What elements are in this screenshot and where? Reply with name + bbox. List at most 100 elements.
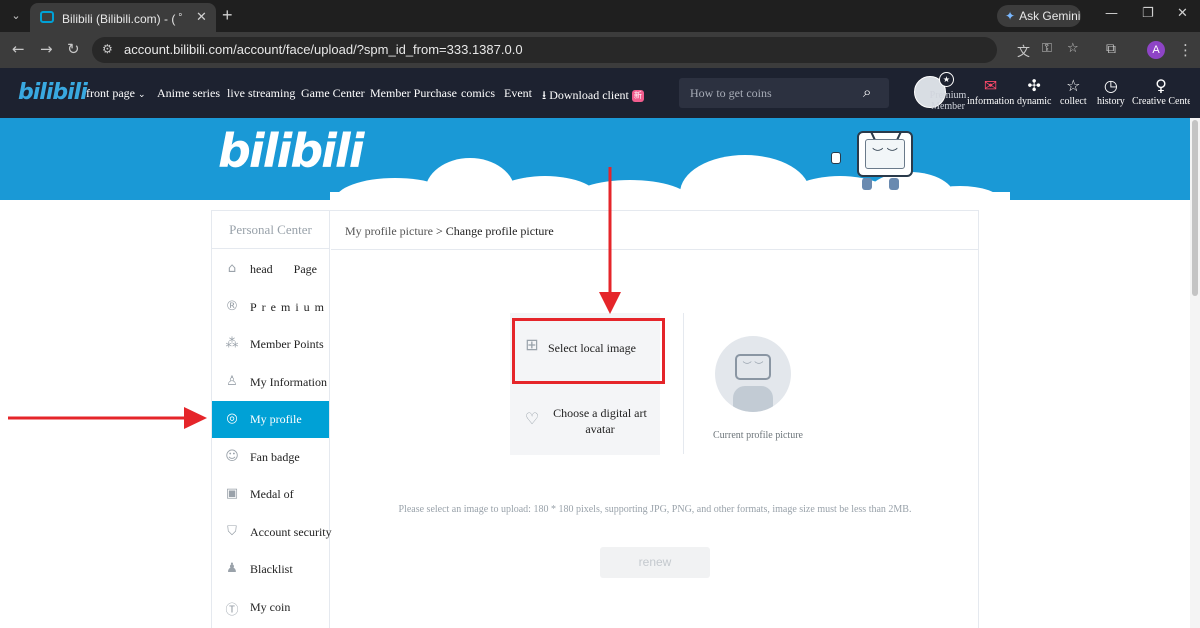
sidebar-item-label: Medal of — [250, 487, 294, 501]
bookmark-star-icon[interactable]: ☆ — [1067, 41, 1079, 56]
star-icon: ☆ — [1066, 76, 1081, 95]
sidebar-item-label: My coin — [250, 600, 291, 614]
digital-art-avatar-button[interactable]: ♡ Choose a digital art avatar — [510, 383, 660, 455]
nav-creative-center[interactable]: ♀ Creative Center — [1132, 76, 1190, 107]
ask-gemini-label: Ask Gemini — [1019, 9, 1081, 23]
sidebar-item-label: My profile — [250, 412, 302, 426]
premium-member-label: Premium Member — [929, 90, 967, 112]
nav-collect-label: collect — [1060, 96, 1087, 107]
search-input[interactable]: How to get coins — [690, 86, 772, 101]
lightbulb-icon: ♀ — [1155, 76, 1167, 95]
sidebar-item-account-security[interactable]: ⛉ Account security — [212, 514, 332, 551]
nav-information-label: information — [967, 96, 1015, 107]
breadcrumb: My profile picture > Change profile pict… — [345, 224, 554, 239]
sidebar-item-my-coin[interactable]: Ⓣ My coin — [212, 589, 329, 626]
extensions-icon[interactable]: ⧉ — [1106, 41, 1116, 57]
url-text[interactable]: account.bilibili.com/account/face/upload… — [124, 42, 523, 57]
sidebar-item-medal[interactable]: ▣ Medal of — [212, 476, 329, 513]
browser-tab[interactable]: Bilibili (Bilibili.com) - ( ゜- ゜)つロ 乾杯~ … — [30, 3, 216, 32]
annotation-arrow-right — [8, 407, 207, 429]
address-bar[interactable]: ⚙ account.bilibili.com/account/face/uplo… — [92, 37, 1079, 63]
cloud-illustration — [330, 155, 1010, 200]
vertical-divider — [683, 313, 684, 454]
annotation-highlight-box — [512, 318, 665, 384]
close-window-icon[interactable]: ✕ — [1177, 6, 1188, 21]
dynamic-icon: ✣ — [1027, 76, 1041, 95]
sidebar-item-label: Blacklist — [250, 562, 293, 576]
nav-member-purchase[interactable]: Member Purchase — [370, 86, 457, 101]
coin-icon: Ⓣ — [225, 603, 239, 618]
translate-icon[interactable]: 文 — [1017, 41, 1030, 60]
tv-mascot: ︶ ︶ — [857, 131, 913, 177]
download-icon: ⭳ — [542, 88, 547, 102]
browser-toolbar: ← → ↻ ⚙ account.bilibili.com/account/fac… — [0, 32, 1200, 68]
sidebar-item-label: Fan badge — [250, 450, 300, 464]
clock-icon: ◷ — [1103, 76, 1118, 95]
restore-window-icon[interactable]: ❐ — [1142, 6, 1154, 21]
main-panel: Personal Center ⌂ head Page ® Premium ⁂ … — [211, 210, 979, 628]
page-scrollbar[interactable] — [1190, 118, 1200, 628]
tab-close-icon[interactable]: ✕ — [196, 9, 207, 25]
mascot-girl-left — [862, 178, 872, 190]
mascot-girl-right — [889, 178, 899, 190]
nav-history[interactable]: ◷ history — [1097, 76, 1125, 107]
home-icon: ⌂ — [227, 261, 237, 276]
sidebar-item-my-profile[interactable]: ◎ My profile — [212, 401, 329, 438]
current-profile-picture-label: Current profile picture — [713, 430, 803, 441]
sidebar-item-label: head Page — [250, 262, 317, 276]
gemini-sparkle-icon: ✦ — [1005, 9, 1016, 23]
minimize-window-icon[interactable]: — — [1105, 6, 1118, 21]
nav-comics[interactable]: comics — [461, 86, 495, 101]
nav-live-streaming[interactable]: live streaming — [227, 86, 295, 101]
nav-search-box[interactable]: How to get coins ⌕ — [679, 78, 889, 108]
bilibili-logo[interactable]: bilibili — [18, 80, 88, 105]
nav-information[interactable]: ✉ information — [967, 76, 1014, 107]
forward-arrow-icon[interactable]: → — [40, 40, 53, 58]
browser-menu-icon[interactable]: ⋮ — [1178, 41, 1193, 59]
avatar-body — [733, 386, 773, 412]
medal-icon: ▣ — [225, 486, 239, 501]
new-tab-button[interactable]: + — [222, 5, 233, 26]
tv-face: ︶ ︶ — [865, 139, 905, 169]
breadcrumb-parent[interactable]: My profile picture — [345, 224, 433, 238]
nav-dynamic-label: dynamic — [1017, 96, 1052, 107]
sidebar-item-home-page[interactable]: ⌂ head Page — [212, 251, 329, 288]
nav-dynamic[interactable]: ✣ dynamic — [1017, 76, 1051, 107]
premium-icon: ® — [225, 299, 239, 314]
upload-hint: Please select an image to upload: 180 * … — [398, 504, 912, 515]
nav-collect[interactable]: ☆ collect — [1060, 76, 1087, 107]
sidebar-item-my-information[interactable]: ♙ My Information — [212, 364, 329, 401]
nav-download-client[interactable]: ⭳ Download client 新 — [542, 86, 644, 107]
person-icon: ♙ — [226, 374, 238, 389]
renew-button[interactable]: renew — [600, 547, 710, 578]
sidebar-item-blacklist[interactable]: ♟ Blacklist — [212, 551, 329, 588]
profile-icon: ◎ — [226, 411, 238, 426]
site-info-icon[interactable]: ⚙ — [102, 42, 113, 56]
banner: bilibili ︶ ︶ — [0, 118, 1200, 200]
sidebar-item-premium[interactable]: ® Premium — [212, 289, 329, 326]
ask-gemini-button[interactable]: ✦ Ask Gemini — [997, 5, 1081, 27]
sidebar-item-label: My Information — [250, 375, 327, 389]
scrollbar-thumb[interactable] — [1192, 120, 1198, 296]
sidebar-item-fan-badge[interactable]: ☺ Fan badge — [212, 439, 329, 476]
sidebar: Personal Center ⌂ head Page ® Premium ⁂ … — [212, 211, 332, 628]
sidebar-item-member-points[interactable]: ⁂ Member Points — [212, 326, 329, 363]
nav-anime-series[interactable]: Anime series — [157, 86, 220, 101]
back-arrow-icon[interactable]: ← — [12, 40, 25, 58]
reload-icon[interactable]: ↻ — [67, 40, 80, 58]
nav-front-page[interactable]: front page ⌄ — [86, 86, 146, 101]
nav-event[interactable]: Event — [504, 86, 532, 101]
tab-search-chevron-icon[interactable]: ⌄ — [6, 7, 26, 25]
header-divider — [331, 249, 979, 250]
browser-profile-avatar[interactable]: A — [1147, 41, 1165, 59]
nav-creative-center-label: Creative Center — [1132, 96, 1190, 107]
nav-game-center[interactable]: Game Center — [301, 86, 365, 101]
nav-front-page-label: front page — [86, 86, 135, 100]
password-key-icon[interactable]: ⚿ — [1042, 41, 1052, 56]
digital-art-avatar-label: Choose a digital art avatar — [553, 406, 647, 436]
points-icon: ⁂ — [225, 336, 239, 351]
search-icon[interactable]: ⌕ — [863, 83, 871, 101]
current-profile-picture: ︶ ︶ — [715, 336, 791, 412]
bilibili-favicon-icon — [40, 11, 54, 23]
tab-title: Bilibili (Bilibili.com) - ( ゜- ゜)つロ 乾杯~ — [62, 12, 190, 26]
